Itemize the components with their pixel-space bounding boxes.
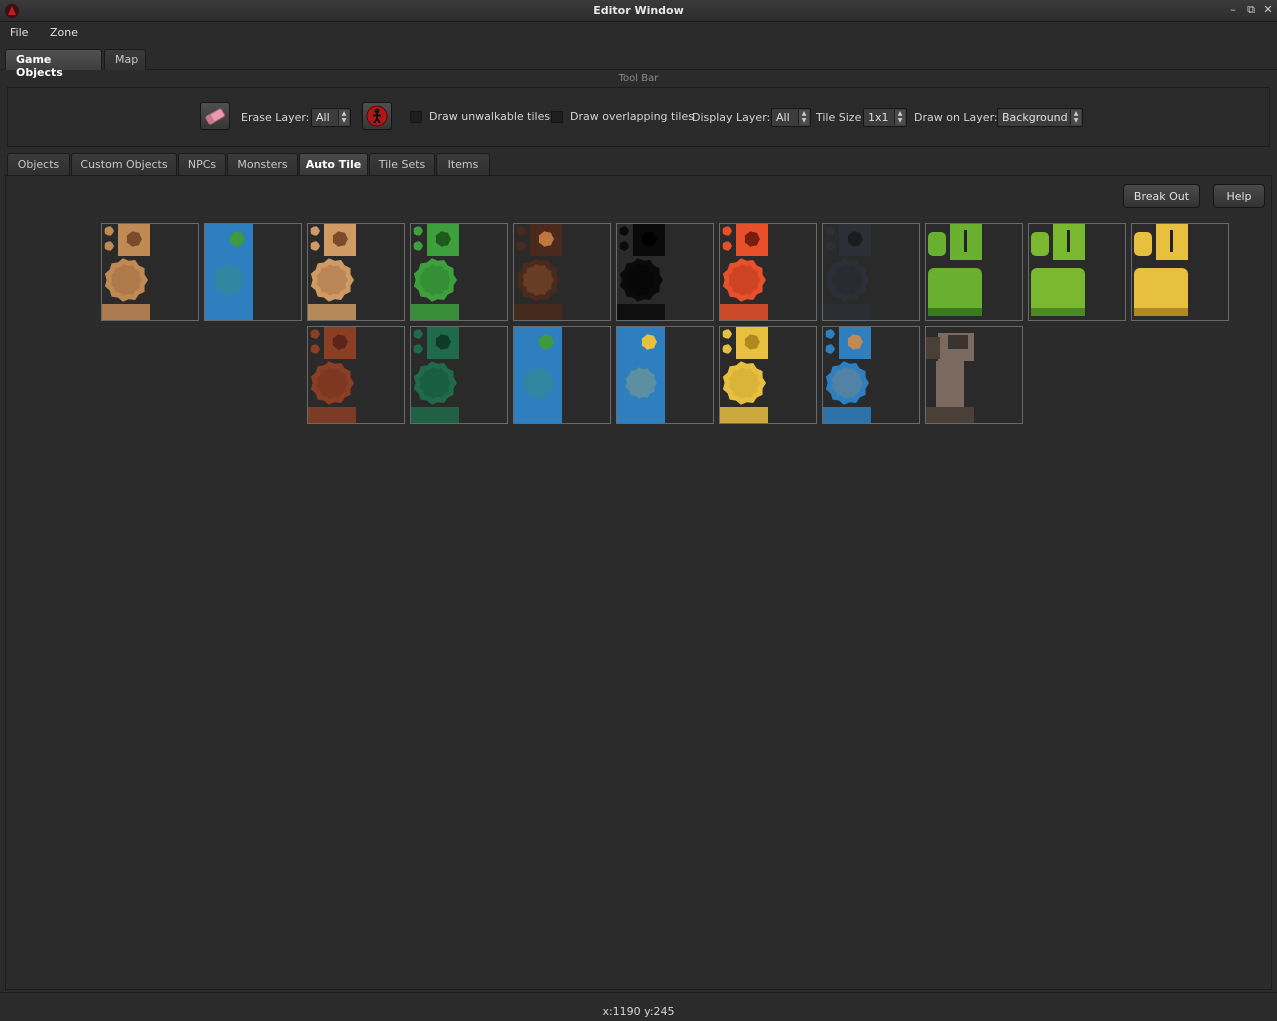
autotile-grass[interactable] — [410, 223, 508, 321]
menu-zone[interactable]: Zone — [50, 26, 78, 39]
autotile-lava[interactable] — [719, 223, 817, 321]
autotile-water-dirt[interactable] — [822, 326, 920, 424]
tab-custom-objects[interactable]: Custom Objects — [71, 153, 177, 175]
title-bar: Editor Window – ⧉ ✕ — [0, 0, 1277, 22]
autotile-preview — [617, 327, 713, 423]
cursor-coordinates: x:1190 y:245 — [602, 1005, 675, 1018]
autotile-pond-grass[interactable] — [513, 326, 611, 424]
draw-unwalkable-label: Draw unwalkable tiles — [429, 110, 551, 123]
autotile-preview — [411, 327, 507, 423]
autotile-tall-grass-green[interactable] — [925, 223, 1023, 321]
tab-objects[interactable]: Objects — [7, 153, 70, 175]
autotile-light-grass[interactable] — [1028, 223, 1126, 321]
autotile-preview — [1029, 224, 1125, 320]
autotile-dirt-sand[interactable] — [307, 223, 405, 321]
object-tabs: Objects Custom Objects NPCs Monsters Aut… — [7, 153, 1270, 175]
erase-layer-label: Erase Layer: — [241, 111, 310, 124]
autotile-dark-green[interactable] — [410, 326, 508, 424]
autotile-dark-soil[interactable] — [513, 223, 611, 321]
autotile-preview — [926, 327, 1022, 423]
spin-arrows-icon[interactable]: ▲ ▼ — [338, 110, 349, 125]
window-title: Editor Window — [593, 4, 684, 17]
toolbar: Erase Layer: All ▲ ▼ Draw unwalkable tile… — [7, 87, 1270, 147]
autotile-dirt-light[interactable] — [101, 223, 199, 321]
autotile-sand[interactable] — [719, 326, 817, 424]
autotile-preview — [411, 224, 507, 320]
restore-icon[interactable]: ⧉ — [1244, 3, 1258, 17]
erase-layer-select[interactable]: All ▲ ▼ — [311, 108, 351, 127]
main-tabs: Game Objects Map — [0, 46, 1277, 79]
autotile-preview — [617, 224, 713, 320]
autotile-preview — [823, 327, 919, 423]
spin-arrows-icon[interactable]: ▲ ▼ — [1070, 110, 1081, 125]
menu-file[interactable]: File — [10, 26, 28, 39]
autotile-preview — [205, 224, 301, 320]
unwalkable-icon — [366, 105, 388, 127]
draw-overlapping-checkbox[interactable] — [551, 111, 563, 123]
autotile-preview — [926, 224, 1022, 320]
tab-auto-tile[interactable]: Auto Tile — [299, 153, 368, 175]
minimize-icon[interactable]: – — [1226, 3, 1240, 17]
autotile-stone-wall[interactable] — [925, 326, 1023, 424]
tab-tile-sets[interactable]: Tile Sets — [369, 153, 435, 175]
draw-overlapping-label: Draw overlapping tiles — [570, 110, 694, 123]
unwalkable-tool-button[interactable] — [362, 102, 392, 130]
autotile-red-dirt[interactable] — [307, 326, 405, 424]
tab-monsters[interactable]: Monsters — [227, 153, 298, 175]
tab-npcs[interactable]: NPCs — [178, 153, 226, 175]
break-out-button[interactable]: Break Out — [1123, 184, 1200, 208]
toolbar-title: Tool Bar — [618, 73, 659, 84]
autotile-preview — [720, 327, 816, 423]
autotile-preview — [720, 224, 816, 320]
autotile-preview — [514, 327, 610, 423]
tile-size-value: 1x1 — [868, 111, 889, 124]
eraser-icon — [205, 108, 226, 125]
autotile-dark-stone[interactable] — [822, 223, 920, 321]
status-bar: x:1190 y:245 — [0, 992, 1277, 1021]
autotile-preview — [514, 224, 610, 320]
autotile-water-sand[interactable] — [616, 326, 714, 424]
spin-arrows-icon[interactable]: ▲ ▼ — [894, 110, 905, 125]
eraser-button[interactable] — [200, 102, 230, 130]
tile-size-select[interactable]: 1x1 ▲ ▼ — [863, 108, 907, 127]
autotile-water-grass[interactable] — [204, 223, 302, 321]
tab-map[interactable]: Map — [104, 49, 146, 70]
draw-on-layer-value: Background — [1002, 111, 1068, 124]
tab-items[interactable]: Items — [436, 153, 490, 175]
display-layer-select[interactable]: All ▲ ▼ — [771, 108, 811, 127]
menu-bar: File Zone — [0, 22, 1277, 44]
draw-on-layer-label: Draw on Layer: — [914, 111, 998, 124]
draw-unwalkable-checkbox[interactable] — [410, 111, 422, 123]
close-icon[interactable]: ✕ — [1261, 3, 1275, 17]
autotile-void[interactable] — [616, 223, 714, 321]
autotile-preview — [823, 224, 919, 320]
autotile-preview — [308, 224, 404, 320]
tab-game-objects[interactable]: Game Objects — [5, 49, 102, 79]
spin-arrows-icon[interactable]: ▲ ▼ — [798, 110, 809, 125]
autotile-hay[interactable] — [1131, 223, 1229, 321]
display-layer-value: All — [776, 111, 790, 124]
draw-on-layer-select[interactable]: Background ▲ ▼ — [997, 108, 1083, 127]
autotile-preview — [308, 327, 404, 423]
erase-layer-value: All — [316, 111, 330, 124]
tile-size-label: Tile Size — [816, 111, 862, 124]
autotile-preview — [102, 224, 198, 320]
help-button[interactable]: Help — [1213, 184, 1265, 208]
autotile-preview — [1132, 224, 1228, 320]
display-layer-label: Display Layer: — [692, 111, 771, 124]
